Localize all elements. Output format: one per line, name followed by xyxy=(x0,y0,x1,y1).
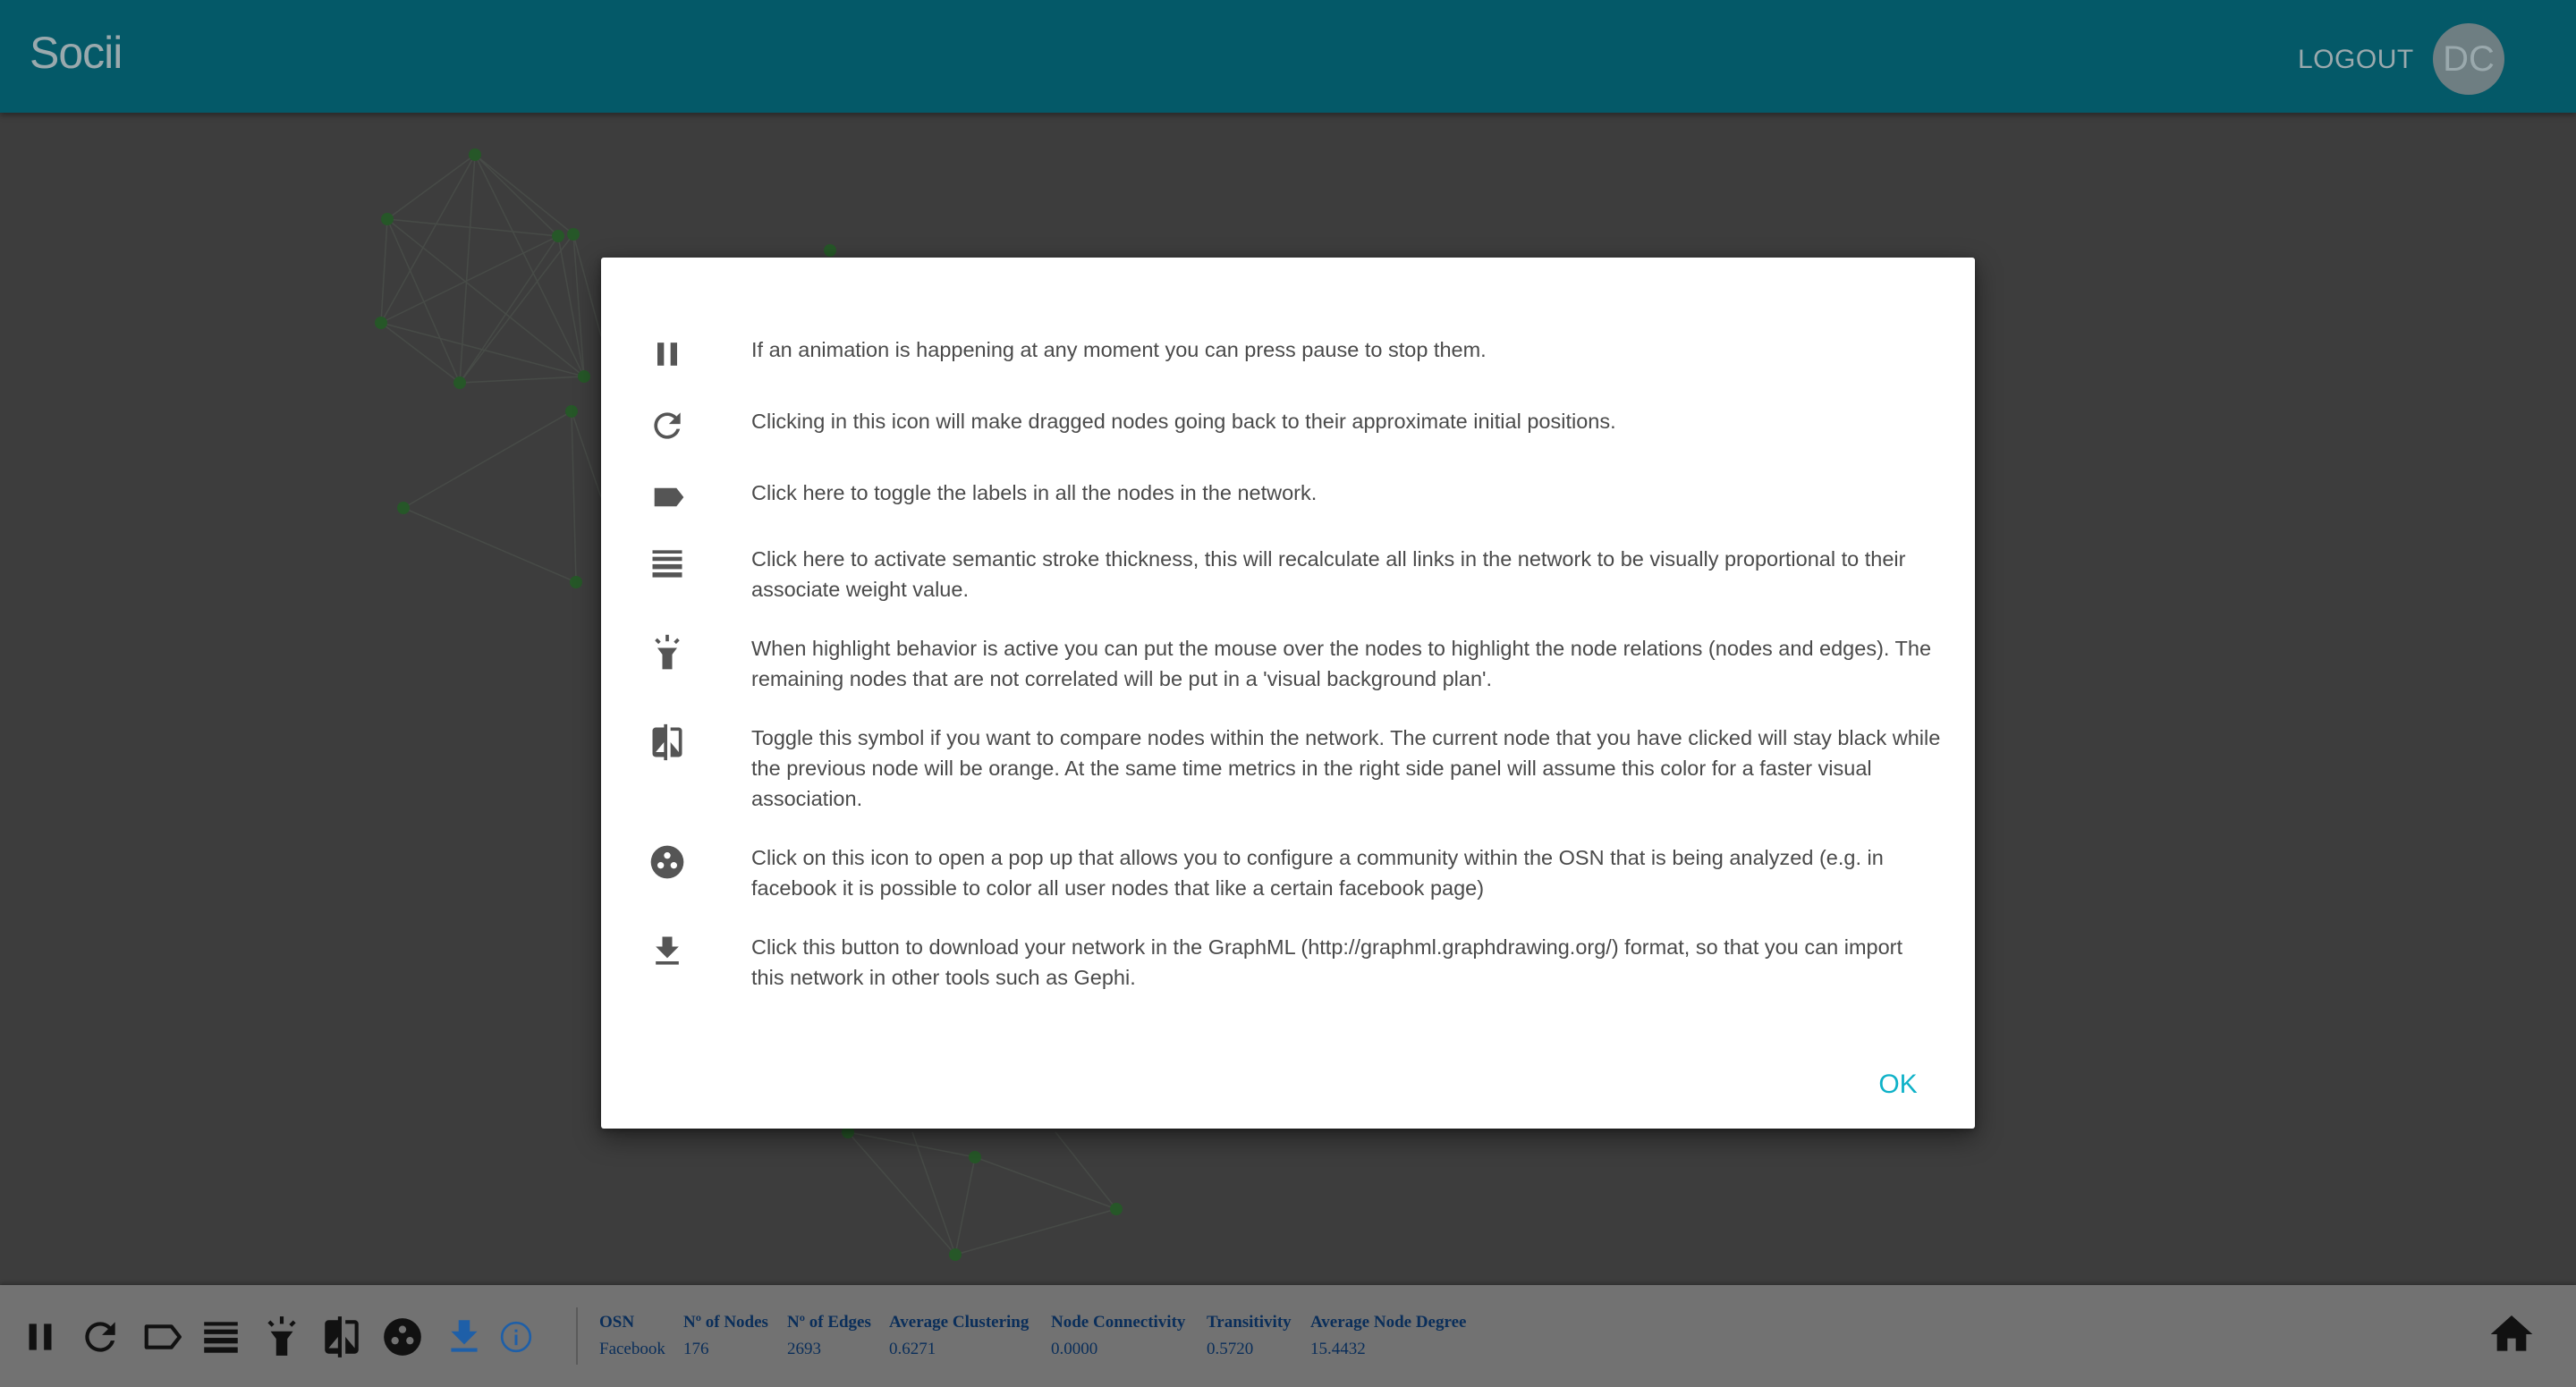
help-text: Click here to toggle the labels in all t… xyxy=(751,481,1318,504)
label-icon xyxy=(648,478,687,517)
compare-icon xyxy=(648,723,687,762)
community-icon xyxy=(648,842,687,882)
logout-button[interactable]: LOGOUT xyxy=(2298,45,2414,75)
stroke-thickness-icon xyxy=(648,544,687,583)
pause-icon xyxy=(648,334,687,374)
highlight-icon xyxy=(648,633,687,672)
ok-button[interactable]: OK xyxy=(1853,1062,1943,1107)
download-icon xyxy=(648,932,687,971)
help-text: Click on this icon to open a pop up that… xyxy=(751,846,1884,900)
help-text: Clicking in this icon will make dragged … xyxy=(751,410,1616,433)
help-text: Click this button to download your netwo… xyxy=(751,935,1903,989)
help-text: When highlight behavior is active you ca… xyxy=(751,637,1932,690)
help-text: Click here to activate semantic stroke t… xyxy=(751,547,1906,601)
avatar[interactable]: DC xyxy=(2433,23,2504,95)
help-text: Toggle this symbol if you want to compar… xyxy=(751,726,1941,810)
app-title[interactable]: Socii xyxy=(30,27,123,79)
help-dialog: If an animation is happening at any mome… xyxy=(601,258,1975,1129)
toolbar-overlay xyxy=(0,1285,2576,1387)
refresh-icon xyxy=(648,406,687,445)
app-bar: Socii LOGOUT DC xyxy=(0,0,2576,113)
help-text: If an animation is happening at any mome… xyxy=(751,338,1487,361)
